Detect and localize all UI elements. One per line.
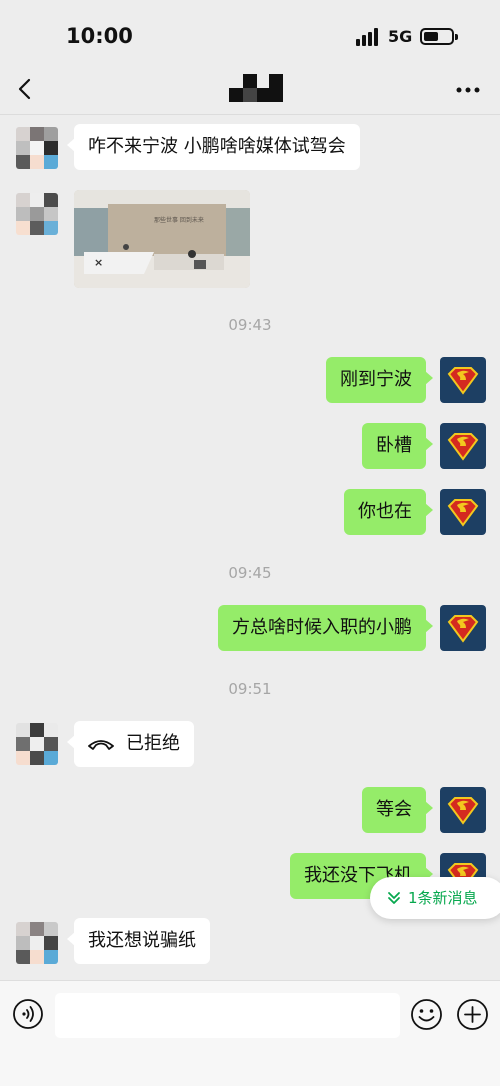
timestamp: 09:51	[228, 680, 272, 698]
superman-avatar[interactable]	[440, 423, 486, 469]
message-bubble[interactable]: 方总啥时候入职的小鹏	[218, 605, 433, 651]
cellular-signal-icon	[356, 28, 378, 46]
timestamp: 09:43	[228, 316, 272, 334]
superman-avatar[interactable]	[440, 605, 486, 651]
new-message-badge[interactable]: 1条新消息	[370, 877, 500, 919]
message-input[interactable]	[55, 993, 400, 1038]
superman-logo-icon	[447, 367, 479, 395]
call-status-text: 已拒绝	[126, 733, 180, 754]
header-divider	[0, 114, 500, 115]
superman-avatar[interactable]	[440, 357, 486, 403]
superman-logo-icon	[447, 797, 479, 825]
phone-declined-icon	[88, 740, 114, 750]
message-bubble[interactable]: 等会	[362, 787, 433, 833]
chevron-left-icon[interactable]	[12, 74, 40, 104]
plus-icon[interactable]	[456, 998, 489, 1031]
avatar[interactable]	[16, 922, 58, 964]
new-message-text: 1条新消息	[408, 889, 478, 907]
status-time: 10:00	[66, 24, 133, 48]
superman-avatar[interactable]	[440, 787, 486, 833]
message-bubble[interactable]: 咋不来宁波 小鹏啥啥媒体试驾会	[67, 124, 360, 170]
superman-avatar[interactable]	[440, 489, 486, 535]
double-chevron-down-icon	[388, 892, 400, 904]
superman-logo-icon	[447, 499, 479, 527]
chat-title-mosaic	[229, 74, 283, 102]
network-type: 5G	[388, 27, 413, 46]
svg-text:×: ×	[94, 256, 103, 269]
timestamp: 09:45	[228, 564, 272, 582]
more-icon[interactable]	[456, 87, 480, 93]
message-bubble[interactable]: 刚到宁波	[326, 357, 433, 403]
superman-logo-icon	[447, 615, 479, 643]
avatar[interactable]	[16, 127, 58, 169]
message-bubble[interactable]: 你也在	[344, 489, 433, 535]
voice-icon[interactable]	[12, 998, 44, 1030]
photo-caption: 那些世事 回到未来	[154, 216, 204, 224]
call-record-bubble[interactable]: 已拒绝	[67, 721, 194, 767]
battery-icon	[420, 28, 458, 45]
showroom-photo[interactable]: 那些世事 回到未来 ×	[74, 190, 250, 288]
message-bubble[interactable]: 我还想说骗纸	[67, 918, 210, 964]
avatar[interactable]	[16, 193, 58, 235]
avatar[interactable]	[16, 723, 58, 765]
superman-logo-icon	[447, 433, 479, 461]
message-bubble[interactable]: 卧槽	[362, 423, 433, 469]
emoji-icon[interactable]	[410, 998, 443, 1031]
